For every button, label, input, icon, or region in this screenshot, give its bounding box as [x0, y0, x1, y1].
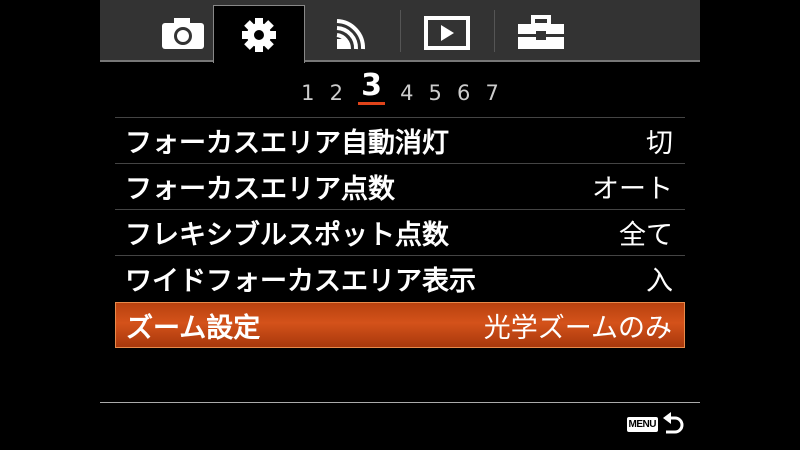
toolbox-icon: [518, 15, 564, 49]
menu-item-value: 切: [646, 128, 673, 159]
menu-item-value: 全て: [619, 220, 673, 251]
menu-item-value: 光学ズームのみ: [483, 312, 672, 344]
page-number[interactable]: 1: [301, 81, 314, 105]
playback-icon: [424, 16, 470, 50]
page-number[interactable]: 5: [429, 81, 442, 105]
page-number[interactable]: 7: [485, 81, 498, 105]
page-number[interactable]: 4: [400, 81, 413, 105]
camera-icon: [162, 18, 204, 49]
return-arrow-icon: [663, 412, 684, 434]
camera-menu-screen: 1 2 3 4 5 6 7 フォーカスエリア自動消灯 切 フォーカスエリア点数 …: [100, 0, 700, 450]
tab-wireless[interactable]: [308, 6, 398, 60]
wireless-icon: [336, 19, 366, 50]
page-indicator: 1 2 3 4 5 6 7: [100, 70, 700, 110]
tab-bar: [100, 0, 700, 63]
menu-item-wide-focus-area-display[interactable]: ワイドフォーカスエリア表示 入: [115, 255, 685, 301]
settings-list: フォーカスエリア自動消灯 切 フォーカスエリア点数 オート フレキシブルスポット…: [115, 117, 685, 348]
menu-item-label: ズーム設定: [126, 312, 261, 344]
menu-item-label: フレキシブルスポット点数: [125, 220, 449, 251]
menu-item-focus-area-points[interactable]: フォーカスエリア点数 オート: [115, 163, 685, 209]
gear-icon: [242, 17, 276, 52]
menu-item-label: フォーカスエリア自動消灯: [125, 128, 449, 159]
menu-item-value: オート: [592, 174, 673, 205]
page-number[interactable]: 2: [330, 81, 343, 105]
page-number[interactable]: 6: [457, 81, 470, 105]
menu-item-label: ワイドフォーカスエリア表示: [125, 266, 476, 297]
tab-playback[interactable]: [402, 6, 492, 60]
menu-item-value: 入: [646, 266, 673, 297]
menu-back-hint[interactable]: MENU: [626, 412, 684, 436]
tab-setup[interactable]: [496, 6, 586, 60]
menu-item-label: フォーカスエリア点数: [125, 174, 395, 205]
tab-settings[interactable]: [213, 5, 305, 63]
menu-item-focus-area-auto-clear[interactable]: フォーカスエリア自動消灯 切: [115, 117, 685, 163]
current-page-number[interactable]: 3: [358, 70, 385, 105]
divider: [100, 402, 700, 403]
menu-item-flexible-spot-points[interactable]: フレキシブルスポット点数 全て: [115, 209, 685, 255]
menu-button-badge: MENU: [626, 416, 658, 432]
menu-item-zoom-setting[interactable]: ズーム設定 光学ズームのみ: [115, 302, 685, 348]
